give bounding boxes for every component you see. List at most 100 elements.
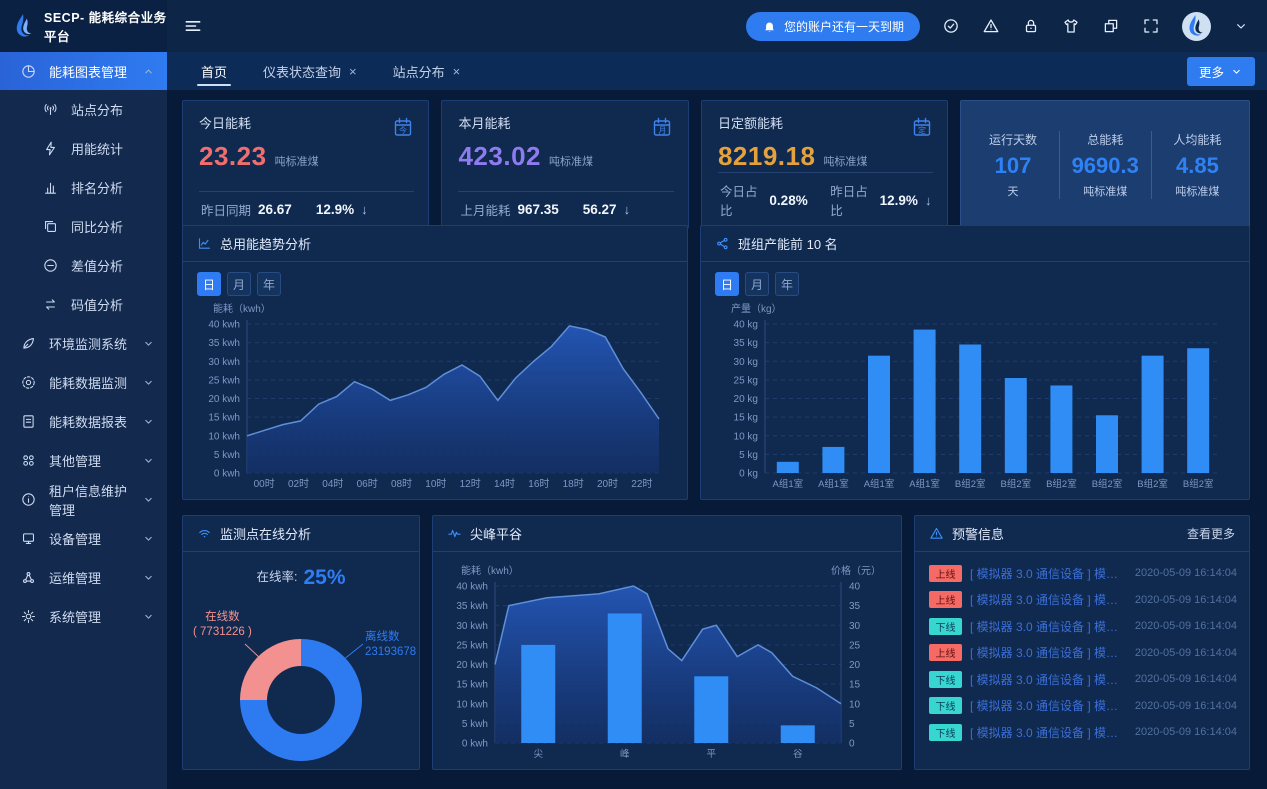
online-rate-label: 在线率: [256, 570, 297, 584]
sidebar-item-能耗数据报表[interactable]: 能耗数据报表 [0, 402, 167, 441]
sidebar-item-label: 环境监测系统 [49, 334, 127, 353]
online-analysis-panel: 监测点在线分析 在线率:25%在线数( 7731226 )离线数23193678 [182, 515, 420, 770]
sidebar-item-码值分析[interactable]: 码值分析 [0, 285, 167, 324]
tab-仪表状态查询[interactable]: 仪表状态查询× [245, 52, 375, 90]
svg-text:A组1室: A组1室 [909, 478, 940, 490]
tab-close-icon[interactable]: × [349, 64, 357, 79]
alert-link[interactable]: [ 模拟器 3.0 通信设备 ] 模拟器 3.0... [970, 671, 1127, 688]
svg-text:30 kwh: 30 kwh [456, 621, 488, 632]
svg-text:15 kwh: 15 kwh [208, 413, 240, 424]
status-badge: 上线 [929, 565, 962, 582]
tab-站点分布[interactable]: 站点分布× [375, 52, 479, 90]
svg-text:B组2室: B组2室 [1046, 478, 1077, 490]
status-badge: 下线 [929, 724, 962, 741]
grid-icon [20, 452, 37, 469]
sidebar-item-差值分析[interactable]: 差值分析 [0, 246, 167, 285]
panel-title: 尖峰平谷 [470, 524, 522, 543]
alert-link[interactable]: [ 模拟器 3.0 通信设备 ] 模拟器 3.0... [970, 565, 1127, 582]
panel-title: 预警信息 [952, 524, 1004, 543]
calendar-icon: 月 [649, 113, 676, 140]
alert-timestamp: 2020-05-09 16:14:04 [1135, 673, 1237, 685]
team-output-panel: 班组产能前 10 名 日月年 0 kg5 kg10 kg15 kg20 kg25… [700, 225, 1250, 500]
sidebar-item-系统管理[interactable]: 系统管理 [0, 597, 167, 636]
trend-down-arrow: ↓ [361, 202, 368, 217]
svg-text:B组2室: B组2室 [955, 478, 986, 490]
alert-link[interactable]: [ 模拟器 3.0 通信设备 ] 模拟器 3.0... [970, 644, 1127, 661]
sidebar-item-能耗图表管理[interactable]: 能耗图表管理 [0, 52, 167, 90]
alert-link[interactable]: [ 模拟器 3.0 通信设备 ] 模拟器 3.0... [970, 591, 1127, 608]
alert-triangle-icon [929, 526, 944, 541]
sidebar-item-同比分析[interactable]: 同比分析 [0, 207, 167, 246]
share-icon [715, 236, 730, 251]
alert-link[interactable]: [ 模拟器 3.0 通信设备 ] 模拟器 3.0... [970, 697, 1127, 714]
line-chart-icon [197, 236, 212, 251]
alert-link[interactable]: [ 模拟器 3.0 通信设备 ] 模拟器 3.0... [970, 724, 1127, 741]
kpi-footer-value: 967.35 [517, 202, 558, 217]
svg-text:40 kwh: 40 kwh [456, 582, 488, 593]
svg-text:能耗（kwh）: 能耗（kwh） [213, 302, 271, 315]
sidebar-item-站点分布[interactable]: 站点分布 [0, 90, 167, 129]
kpi-footer-value: 0.28% [769, 193, 807, 208]
logo: SECP- 能耗综合业务平台 [0, 0, 167, 52]
sidebar-item-排名分析[interactable]: 排名分析 [0, 168, 167, 207]
svg-text:30: 30 [849, 621, 861, 632]
sidebar-item-租户信息维护管理[interactable]: 租户信息维护管理 [0, 480, 167, 519]
info-icon [20, 491, 37, 508]
trend-area-chart: 0 kwh5 kwh10 kwh15 kwh20 kwh25 kwh30 kwh… [197, 300, 673, 493]
tab-close-icon[interactable]: × [453, 64, 461, 79]
sidebar: 能耗图表管理站点分布用能统计排名分析同比分析差值分析码值分析环境监测系统能耗数据… [0, 52, 167, 789]
warning-triangle-icon[interactable] [982, 17, 1000, 35]
account-notice-button[interactable]: 您的账户还有一天到期 [746, 12, 920, 41]
check-circle-icon[interactable] [942, 17, 960, 35]
stat-总能耗: 总能耗9690.3吨标准煤 [1059, 131, 1151, 199]
gear-icon [20, 608, 37, 625]
stat-unit: 吨标准煤 [1152, 183, 1243, 199]
tab-首页[interactable]: 首页 [183, 52, 245, 90]
svg-text:25: 25 [849, 640, 861, 651]
kpi-card-本月能耗: 本月能耗423.02吨标准煤上月能耗967.3556.27↓月 [441, 100, 688, 229]
avatar[interactable] [1182, 12, 1211, 41]
fullscreen-icon[interactable] [1142, 17, 1160, 35]
donut-label-offline: 离线数23193678 [365, 630, 416, 660]
stat-value: 4.85 [1152, 153, 1243, 179]
toggle-年[interactable]: 年 [257, 272, 281, 296]
sidebar-item-设备管理[interactable]: 设备管理 [0, 519, 167, 558]
view-more-link[interactable]: 查看更多 [1187, 525, 1235, 542]
windows-icon[interactable] [1102, 17, 1120, 35]
svg-text:14时: 14时 [494, 478, 515, 490]
sidebar-item-能耗数据监测[interactable]: 能耗数据监测 [0, 363, 167, 402]
top-bar: 您的账户还有一天到期 [167, 0, 1267, 52]
collapse-menu-icon[interactable] [183, 16, 203, 36]
status-badge: 上线 [929, 644, 962, 661]
svg-text:5 kwh: 5 kwh [462, 719, 488, 730]
svg-text:06时: 06时 [357, 478, 378, 490]
sidebar-item-环境监测系统[interactable]: 环境监测系统 [0, 324, 167, 363]
svg-text:产量（kg）: 产量（kg） [731, 302, 782, 315]
alert-list: 上线 [ 模拟器 3.0 通信设备 ] 模拟器 3.0... 2020-05-09 … [915, 552, 1249, 743]
shirt-icon[interactable] [1062, 17, 1080, 35]
chevron-up-icon [142, 65, 155, 78]
sidebar-item-用能统计[interactable]: 用能统计 [0, 129, 167, 168]
svg-text:B组2室: B组2室 [1137, 478, 1168, 490]
sidebar-item-label: 其他管理 [49, 451, 101, 470]
svg-text:0 kwh: 0 kwh [214, 469, 240, 480]
account-notice-text: 您的账户还有一天到期 [784, 18, 904, 35]
toggle-月[interactable]: 月 [745, 272, 769, 296]
sidebar-item-其他管理[interactable]: 其他管理 [0, 441, 167, 480]
alert-link[interactable]: [ 模拟器 3.0 通信设备 ] 模拟器 3.0... [970, 618, 1127, 635]
alert-row: 上线[ 模拟器 3.0 通信设备 ] 模拟器 3.0...2020-05-09 … [929, 562, 1237, 584]
toggle-日[interactable]: 日 [197, 272, 221, 296]
chevron-down-icon [142, 610, 155, 623]
toggle-日[interactable]: 日 [715, 272, 739, 296]
toggle-年[interactable]: 年 [775, 272, 799, 296]
svg-text:0: 0 [849, 739, 855, 750]
more-button[interactable]: 更多 [1187, 57, 1255, 86]
sidebar-item-运维管理[interactable]: 运维管理 [0, 558, 167, 597]
alert-row: 下线[ 模拟器 3.0 通信设备 ] 模拟器 3.0...2020-05-09 … [929, 721, 1237, 743]
toggle-月[interactable]: 月 [227, 272, 251, 296]
status-badge: 下线 [929, 697, 962, 714]
lock-icon[interactable] [1022, 17, 1040, 35]
user-menu-chevron-icon[interactable] [1233, 18, 1249, 34]
svg-text:40 kwh: 40 kwh [208, 320, 240, 331]
svg-text:30 kwh: 30 kwh [208, 357, 240, 368]
